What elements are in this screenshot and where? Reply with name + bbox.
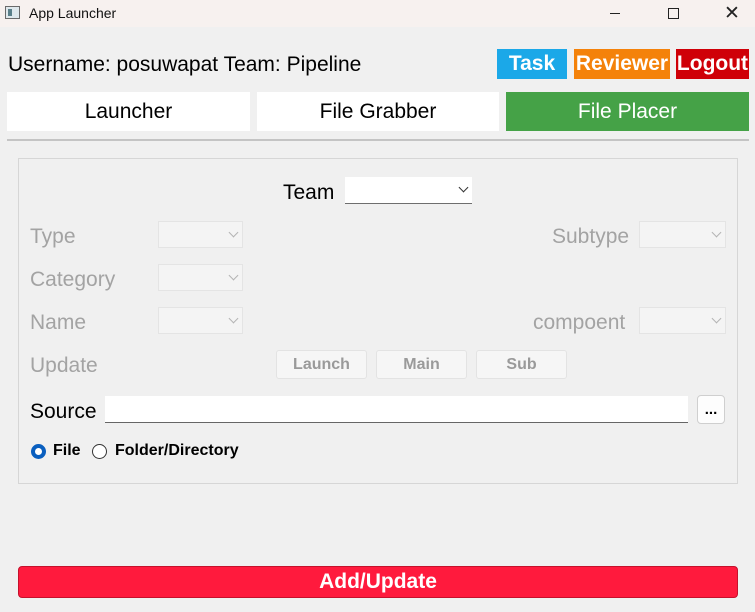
file-radio[interactable] xyxy=(31,444,46,459)
category-combobox[interactable] xyxy=(158,264,243,291)
name-combobox[interactable] xyxy=(158,307,243,334)
logout-button[interactable]: Logout xyxy=(676,49,749,79)
sub-button[interactable]: Sub xyxy=(476,350,567,379)
source-input[interactable] xyxy=(105,396,688,423)
update-label: Update xyxy=(30,354,98,377)
app-window-icon xyxy=(5,6,20,19)
chevron-down-icon xyxy=(228,270,239,281)
file-radio-label[interactable]: File xyxy=(53,442,81,460)
minimize-button[interactable] xyxy=(592,0,638,27)
reviewer-button[interactable]: Reviewer xyxy=(574,49,670,79)
minimize-icon xyxy=(610,13,620,14)
main-button[interactable]: Main xyxy=(376,350,467,379)
maximize-icon xyxy=(667,8,679,19)
source-label: Source xyxy=(30,400,97,423)
launch-button[interactable]: Launch xyxy=(276,350,367,379)
name-label: Name xyxy=(30,311,87,334)
chevron-down-icon xyxy=(711,227,722,238)
chevron-down-icon xyxy=(458,182,469,193)
tab-file-grabber[interactable]: File Grabber xyxy=(257,92,499,131)
component-combobox[interactable] xyxy=(639,307,726,334)
chevron-down-icon xyxy=(228,227,239,238)
close-icon: ✕ xyxy=(724,3,740,24)
folder-radio[interactable] xyxy=(92,444,107,459)
add-update-button[interactable]: Add/Update xyxy=(18,566,738,598)
subtype-label: Subtype xyxy=(552,225,630,248)
team-combobox[interactable] xyxy=(345,177,472,204)
type-combobox[interactable] xyxy=(158,221,243,248)
close-button[interactable]: ✕ xyxy=(709,0,755,27)
category-label: Category xyxy=(30,268,116,291)
tab-divider xyxy=(7,139,749,141)
maximize-button[interactable] xyxy=(650,0,696,27)
subtype-combobox[interactable] xyxy=(639,221,726,248)
browse-button[interactable]: ... xyxy=(697,395,725,424)
chevron-down-icon xyxy=(228,313,239,324)
chevron-down-icon xyxy=(711,313,722,324)
user-info-label: Username: posuwapat Team: Pipeline xyxy=(8,53,362,76)
title-bar: App Launcher ✕ xyxy=(0,0,755,27)
folder-radio-label[interactable]: Folder/Directory xyxy=(115,442,239,460)
type-label: Type xyxy=(30,225,76,248)
team-label: Team xyxy=(283,181,335,204)
task-button[interactable]: Task xyxy=(497,49,567,79)
tab-file-placer[interactable]: File Placer xyxy=(506,92,749,131)
tab-launcher[interactable]: Launcher xyxy=(7,92,250,131)
window-title: App Launcher xyxy=(29,5,117,21)
component-label: compoent xyxy=(533,311,626,334)
file-placer-panel xyxy=(18,158,738,484)
